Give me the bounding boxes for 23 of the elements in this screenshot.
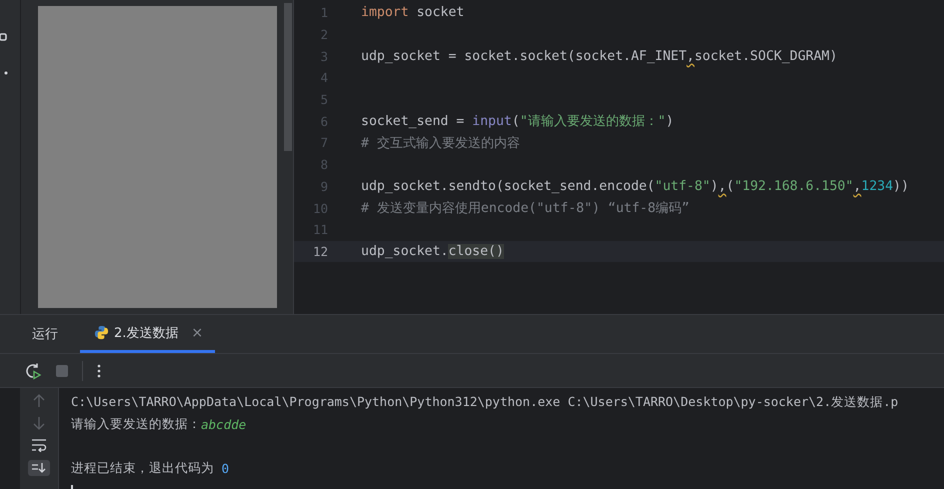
- rerun-icon[interactable]: [24, 362, 42, 380]
- panel-title: 运行: [32, 326, 58, 344]
- scroll-to-end-button[interactable]: [28, 460, 50, 476]
- console-prompt: 请输入要发送的数据：: [71, 416, 201, 432]
- python-icon: [94, 325, 109, 340]
- dot-icon[interactable]: [4, 71, 8, 75]
- more-icon[interactable]: [97, 364, 101, 378]
- scrollbar[interactable]: [284, 3, 292, 151]
- console-line: 进程已结束，退出代码为: [71, 460, 215, 476]
- code-line: import socket: [361, 5, 464, 20]
- code-line: socket_send = input("请输入要发送的数据："): [361, 113, 674, 130]
- code-line: udp_socket.sendto(socket_send.encode("utf-8"),("192.168.6.150",1234)): [361, 178, 909, 196]
- exit-code: 0: [222, 460, 230, 476]
- wrap-icon[interactable]: [31, 438, 47, 452]
- code-line: udp_socket = socket.socket(socket.AF_INET,socket.SOCK_DGRAM): [361, 48, 838, 66]
- scroll-to-end-icon: [31, 463, 47, 473]
- close-icon[interactable]: ×: [191, 324, 204, 340]
- typed-text: abcdde: [201, 416, 246, 432]
- console-line: C:\Users\TARRO\AppData\Local\Programs\Python\Python312\python.exe C:\Users\TARRO\Desktop\py-socker\2.发送数据.p: [71, 394, 898, 410]
- line-number: 12: [312, 244, 329, 259]
- code-line: # 发送变量内容使用encode("utf-8") “utf-8编码”: [361, 200, 690, 218]
- code-line: # 交互式输入要发送的内容: [361, 134, 520, 152]
- code-line: udp_socket.close(): [361, 244, 504, 259]
